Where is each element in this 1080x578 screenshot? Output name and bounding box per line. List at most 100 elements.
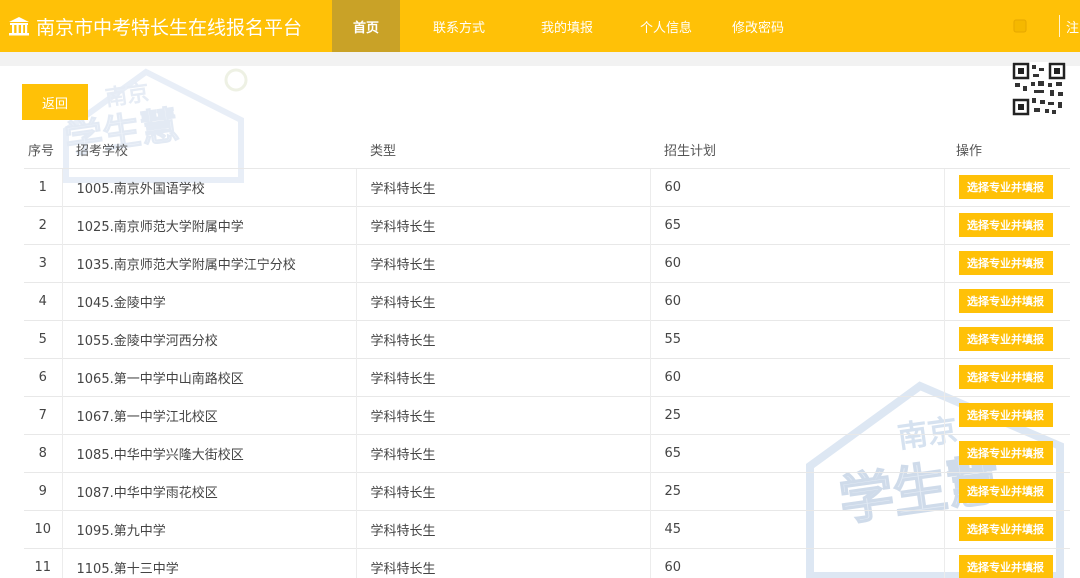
cell-plan: 65: [649, 205, 944, 244]
bank-icon: [9, 17, 29, 36]
back-button[interactable]: 返回: [22, 84, 88, 120]
header-operation: 操作: [956, 144, 983, 160]
cell-index: 3: [24, 243, 62, 282]
cell-operation: 选择专业并填报: [943, 547, 1070, 578]
cell-type: 学科特长生: [355, 167, 650, 206]
select-major-apply-button[interactable]: 选择专业并填报: [958, 479, 1053, 503]
cell-plan: 60: [649, 357, 944, 396]
cell-school: 1045.金陵中学: [61, 281, 356, 320]
table-row: 7 1067.第一中学江北校区 学科特长生 25 选择专业并填报: [24, 395, 1070, 434]
cell-operation: 选择专业并填报: [943, 433, 1070, 472]
qr-code-icon: [1012, 62, 1066, 116]
cell-index: 9: [24, 471, 62, 510]
cell-type: 学科特长生: [355, 243, 650, 282]
cell-index: 7: [24, 395, 62, 434]
header-plan: 招生计划: [664, 144, 717, 160]
table-row: 2 1025.南京师范大学附属中学 学科特长生 65 选择专业并填报: [24, 205, 1070, 244]
select-major-apply-button[interactable]: 选择专业并填报: [958, 403, 1053, 427]
nav-right: 注: [1013, 0, 1080, 52]
cell-type: 学科特长生: [355, 395, 650, 434]
nav-change-password[interactable]: 修改密码: [716, 0, 800, 52]
table-header-row: 序号 招考学校 类型 招生计划 操作: [24, 132, 1070, 168]
cell-operation: 选择专业并填报: [943, 395, 1070, 434]
cell-school: 1087.中华中学雨花校区: [61, 471, 356, 510]
cell-plan: 25: [649, 471, 944, 510]
select-major-apply-button[interactable]: 选择专业并填报: [958, 555, 1053, 578]
header-index: 序号: [28, 144, 55, 160]
cell-plan: 55: [649, 319, 944, 358]
cell-index: 1: [24, 167, 62, 206]
cell-plan: 60: [649, 281, 944, 320]
watermark-line1-left: 南京: [104, 80, 151, 112]
cell-type: 学科特长生: [355, 471, 650, 510]
select-major-apply-button[interactable]: 选择专业并填报: [958, 517, 1053, 541]
table-row: 5 1055.金陵中学河西分校 学科特长生 55 选择专业并填报: [24, 319, 1070, 358]
cell-school: 1105.第十三中学: [61, 547, 356, 578]
nav-home[interactable]: 首页: [332, 0, 400, 52]
nav-contact[interactable]: 联系方式: [400, 0, 518, 52]
cell-index: 4: [24, 281, 62, 320]
cell-index: 11: [24, 547, 62, 578]
cell-operation: 选择专业并填报: [943, 205, 1070, 244]
table-row: 3 1035.南京师范大学附属中学江宁分校 学科特长生 60 选择专业并填报: [24, 243, 1070, 282]
nav-my-applications[interactable]: 我的填报: [518, 0, 616, 52]
cell-operation: 选择专业并填报: [943, 471, 1070, 510]
cell-index: 5: [24, 319, 62, 358]
content-panel: 南京 学生慧 南京 学生慧 返回 序号 招考学校 类型 招生计划 操作 1 10…: [0, 62, 1080, 578]
select-major-apply-button[interactable]: 选择专业并填报: [958, 365, 1053, 389]
cell-operation: 选择专业并填报: [943, 319, 1070, 358]
cell-operation: 选择专业并填报: [943, 357, 1070, 396]
top-navbar: 南京市中考特长生在线报名平台 首页 联系方式 我的填报 个人信息 修改密码 注: [0, 0, 1080, 52]
cell-plan: 60: [649, 547, 944, 578]
cell-plan: 25: [649, 395, 944, 434]
select-major-apply-button[interactable]: 选择专业并填报: [958, 251, 1053, 275]
table-row: 1 1005.南京外国语学校 学科特长生 60 选择专业并填报: [24, 167, 1070, 206]
cell-operation: 选择专业并填报: [943, 281, 1070, 320]
cell-school: 1025.南京师范大学附属中学: [61, 205, 356, 244]
cell-operation: 选择专业并填报: [943, 243, 1070, 282]
header-school: 招考学校: [76, 144, 129, 160]
table-row: 10 1095.第九中学 学科特长生 45 选择专业并填报: [24, 509, 1070, 548]
table-row: 9 1087.中华中学雨花校区 学科特长生 25 选择专业并填报: [24, 471, 1070, 510]
select-major-apply-button[interactable]: 选择专业并填报: [958, 175, 1053, 199]
cell-school: 1005.南京外国语学校: [61, 167, 356, 206]
cell-index: 8: [24, 433, 62, 472]
cell-type: 学科特长生: [355, 319, 650, 358]
cell-school: 1035.南京师范大学附属中学江宁分校: [61, 243, 356, 282]
brand-title: 南京市中考特长生在线报名平台: [36, 16, 303, 39]
cell-type: 学科特长生: [355, 509, 650, 548]
nav-divider: [1059, 15, 1060, 37]
table-row: 6 1065.第一中学中山南路校区 学科特长生 60 选择专业并填报: [24, 357, 1070, 396]
cell-operation: 选择专业并填报: [943, 509, 1070, 548]
cell-type: 学科特长生: [355, 357, 650, 396]
cell-type: 学科特长生: [355, 205, 650, 244]
nav-personal-info[interactable]: 个人信息: [616, 0, 716, 52]
cell-school: 1055.金陵中学河西分校: [61, 319, 356, 358]
select-major-apply-button[interactable]: 选择专业并填报: [958, 213, 1053, 237]
cell-type: 学科特长生: [355, 281, 650, 320]
select-major-apply-button[interactable]: 选择专业并填报: [958, 327, 1053, 351]
cell-operation: 选择专业并填报: [943, 167, 1070, 206]
cell-plan: 45: [649, 509, 944, 548]
cell-index: 6: [24, 357, 62, 396]
header-type: 类型: [370, 144, 397, 160]
cell-type: 学科特长生: [355, 433, 650, 472]
cell-plan: 60: [649, 167, 944, 206]
school-table: 序号 招考学校 类型 招生计划 操作 1 1005.南京外国语学校 学科特长生 …: [24, 132, 1070, 578]
table-row: 8 1085.中华中学兴隆大街校区 学科特长生 65 选择专业并填报: [24, 433, 1070, 472]
cell-school: 1095.第九中学: [61, 509, 356, 548]
cell-plan: 60: [649, 243, 944, 282]
cell-school: 1065.第一中学中山南路校区: [61, 357, 356, 396]
table-row: 4 1045.金陵中学 学科特长生 60 选择专业并填报: [24, 281, 1070, 320]
cell-school: 1067.第一中学江北校区: [61, 395, 356, 434]
cell-index: 2: [24, 205, 62, 244]
user-mini-icon[interactable]: [1013, 19, 1027, 33]
select-major-apply-button[interactable]: 选择专业并填报: [958, 441, 1053, 465]
cell-type: 学科特长生: [355, 547, 650, 578]
brand[interactable]: 南京市中考特长生在线报名平台: [0, 0, 332, 52]
cell-plan: 65: [649, 433, 944, 472]
cell-index: 10: [24, 509, 62, 548]
select-major-apply-button[interactable]: 选择专业并填报: [958, 289, 1053, 313]
table-row: 11 1105.第十三中学 学科特长生 60 选择专业并填报: [24, 547, 1070, 578]
logout-link[interactable]: 注: [1066, 17, 1080, 36]
